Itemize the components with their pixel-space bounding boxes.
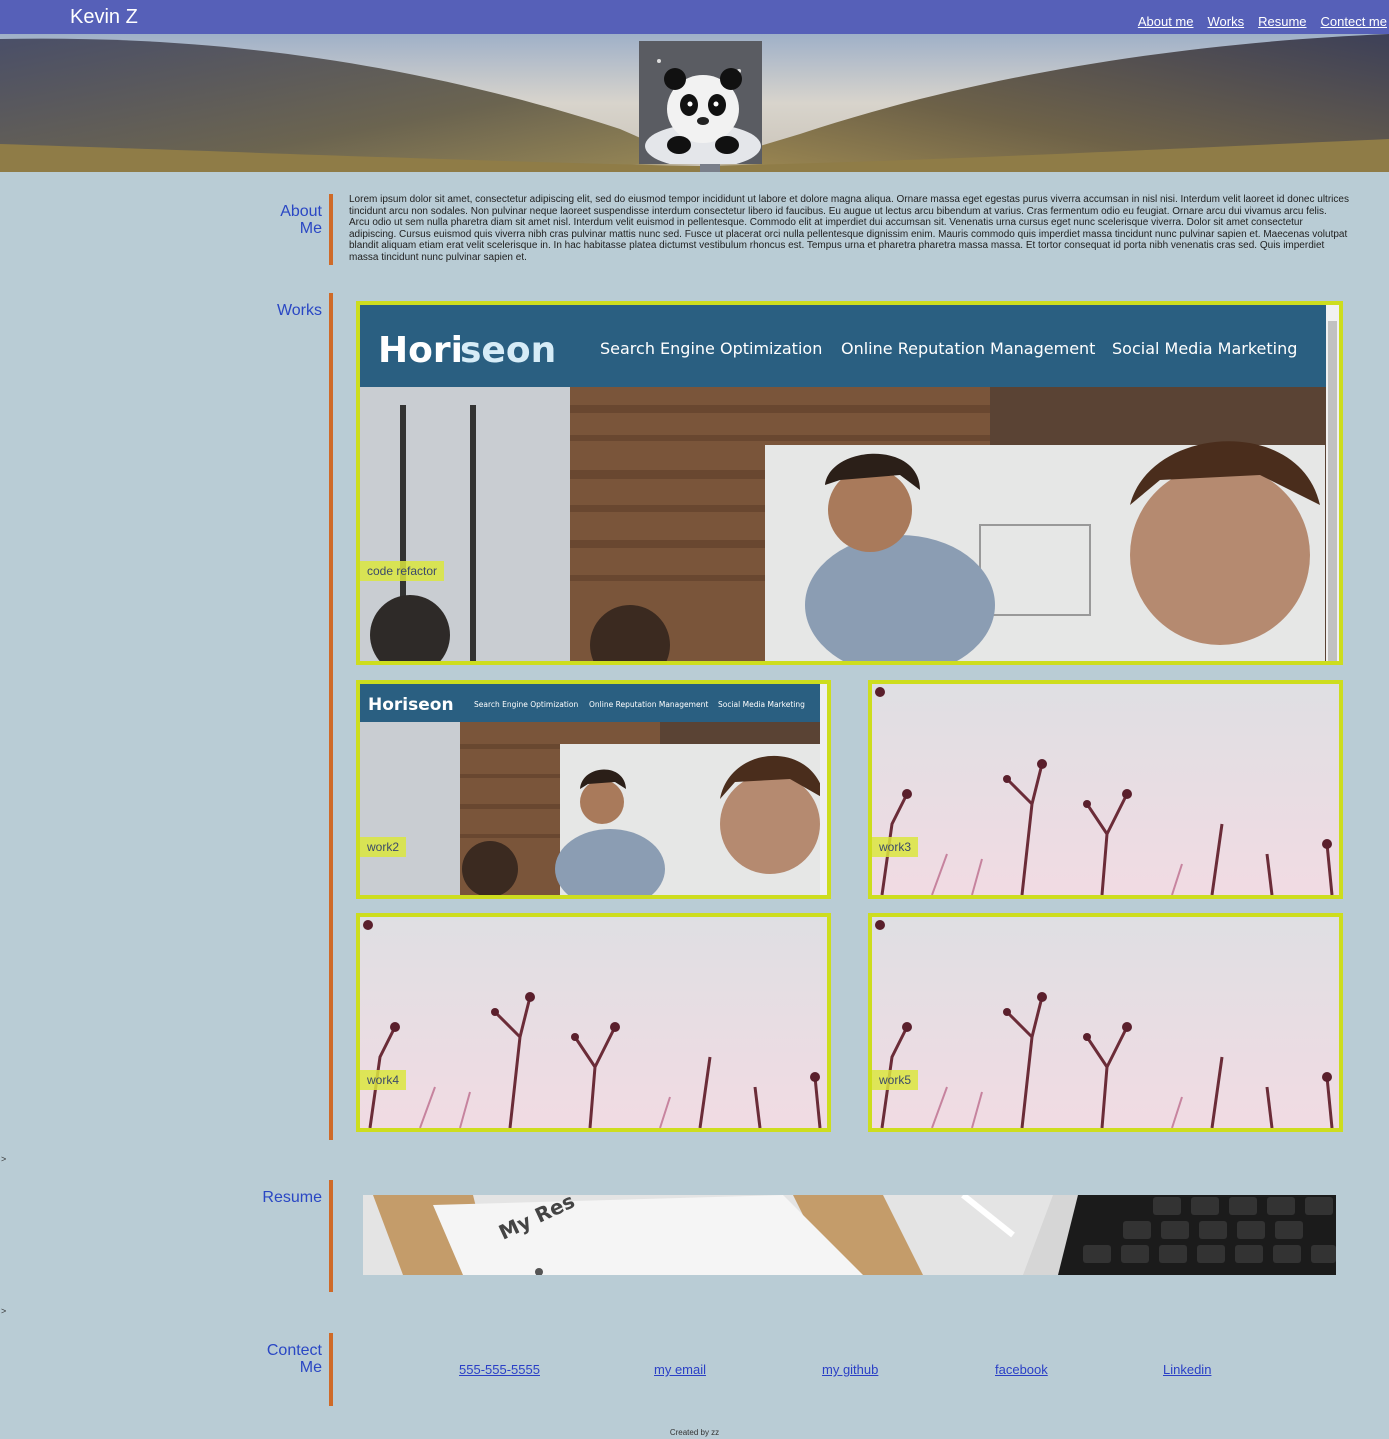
preview-small-nav-smm: Social Media Marketing — [718, 700, 805, 709]
footer-credit: Created by zz — [669, 1428, 720, 1437]
contact-email-link[interactable]: my email — [654, 1362, 706, 1377]
work-card-work5[interactable]: work5 — [868, 913, 1343, 1132]
about-paragraph: Lorem ipsum dolor sit amet, consectetur … — [349, 194, 1349, 263]
about-accent-bar — [329, 194, 333, 265]
about-heading-line2: Me — [299, 220, 322, 237]
stray-mark-2: > — [1, 1306, 7, 1316]
site-brand[interactable]: Kevin Z — [70, 6, 138, 29]
resume-image[interactable]: My Res — [363, 1195, 1336, 1275]
nav-resume-link[interactable]: Resume — [1258, 14, 1306, 29]
preview-nav-seo: Search Engine Optimization — [600, 339, 822, 358]
contact-heading-line2: Me — [299, 1359, 322, 1376]
stray-mark-1: > — [1, 1154, 7, 1164]
work-tag-work4: work4 — [360, 1070, 407, 1090]
nav-works-link[interactable]: Works — [1207, 14, 1244, 29]
work-tag-work5: work5 — [872, 1070, 919, 1090]
work-tag-work3: work3 — [872, 837, 919, 857]
work-card-work3[interactable]: work3 — [868, 680, 1343, 899]
contact-linkedin-link[interactable]: Linkedin — [1163, 1362, 1211, 1377]
work-card-work4[interactable]: work4 — [356, 913, 831, 1132]
preview-small-nav-seo: Search Engine Optimization — [474, 700, 578, 709]
resume-accent-bar — [329, 1180, 333, 1292]
about-heading-line1: About — [280, 203, 322, 220]
about-heading: About Me — [280, 203, 322, 237]
contact-facebook-link[interactable]: facebook — [995, 1362, 1048, 1377]
contact-phone-link[interactable]: 555-555-5555 — [459, 1362, 540, 1377]
resume-heading: Resume — [262, 1189, 322, 1206]
work-card-work2[interactable]: Horiseon Search Engine Optimization Onli… — [356, 680, 831, 899]
work-tag-work2: work2 — [360, 837, 407, 857]
nav-about-link[interactable]: About me — [1138, 14, 1194, 29]
preview-nav-orm: Online Reputation Management — [841, 339, 1095, 358]
preview-small-logo: Horiseon — [368, 695, 454, 715]
contact-heading-line1: Contect — [266, 1342, 322, 1359]
works-heading: Works — [276, 302, 322, 319]
contact-heading: Contect Me — [267, 1342, 322, 1376]
preview-nav-smm: Social Media Marketing — [1112, 339, 1297, 358]
preview-small-nav-orm: Online Reputation Management — [589, 700, 708, 709]
preview-logo-hori: Hori — [378, 330, 463, 371]
contact-github-link[interactable]: my github — [822, 1362, 878, 1377]
work-card-code-refactor[interactable]: Hori seon Search Engine Optimization Onl… — [356, 301, 1343, 665]
preview-logo-seon: seon — [460, 330, 556, 371]
nav-links: About me Works Resume Contect me — [1138, 14, 1387, 29]
nav-contact-link[interactable]: Contect me — [1321, 14, 1387, 29]
top-navbar: Kevin Z About me Works Resume Contect me — [0, 0, 1389, 34]
contact-accent-bar — [329, 1333, 333, 1406]
work-tag-code-refactor: code refactor — [360, 561, 445, 581]
works-accent-bar — [329, 293, 333, 1140]
profile-panda-image — [639, 41, 762, 164]
